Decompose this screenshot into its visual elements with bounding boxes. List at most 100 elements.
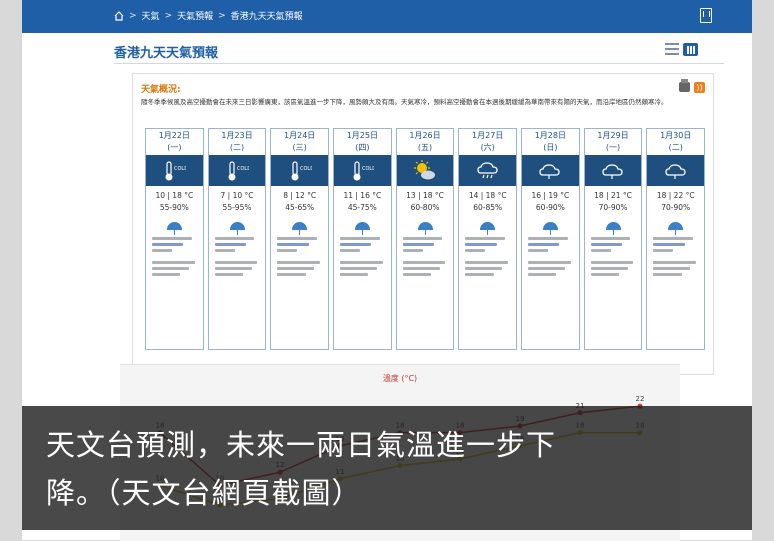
forecast-day: 1月30日 (二) 18 | 22 °C 70-90% bbox=[646, 128, 706, 350]
day-header: 1月24日 (三) bbox=[271, 129, 328, 155]
breadcrumb: > 天氣 > 天氣預報 > 香港九天天氣預報 bbox=[114, 9, 303, 22]
forecast-day: 1月28日 (日) 16 | 19 °C 60-90% bbox=[521, 128, 580, 350]
cloud-icon bbox=[665, 163, 686, 179]
chevron-right-icon: > bbox=[164, 10, 173, 21]
svg-text:COLD: COLD bbox=[174, 166, 186, 172]
day-humidity: 55-90% bbox=[159, 203, 189, 212]
psr-indicator bbox=[397, 218, 454, 235]
day-date: 1月25日 bbox=[346, 131, 378, 140]
psr-indicator bbox=[459, 218, 516, 235]
view-toggle bbox=[665, 43, 698, 56]
day-header: 1月26日 (五) bbox=[397, 129, 454, 155]
day-temperature: 18 | 21 °C bbox=[594, 191, 632, 200]
cold-thermometer-icon: COLD bbox=[353, 160, 374, 180]
day-header: 1月23日 (二) bbox=[209, 129, 266, 155]
cloud-icon bbox=[602, 163, 623, 179]
psr-indicator bbox=[209, 218, 266, 235]
svg-text:COLD: COLD bbox=[362, 166, 374, 172]
day-temperature: 11 | 16 °C bbox=[343, 191, 382, 200]
day-header: 1月27日 (六) bbox=[459, 129, 516, 155]
umbrella-icon bbox=[354, 222, 370, 235]
weather-icon-band: COLD bbox=[146, 155, 203, 186]
forecast-day: 1月23日 (二) COLD 7 | 10 °C 55-95% bbox=[207, 128, 267, 350]
weather-icon-band: COLD bbox=[334, 155, 391, 186]
general-situation-title: 天氣概況: bbox=[141, 85, 181, 95]
psr-indicator bbox=[271, 218, 328, 235]
day-humidity: 55-95% bbox=[222, 203, 252, 212]
breadcrumb-item[interactable]: 天氣預報 bbox=[177, 9, 213, 22]
forecast-day: 1月25日 (四) COLD 11 | 16 °C 45-75% bbox=[333, 128, 392, 350]
day-weekday: (五) bbox=[417, 143, 433, 152]
breadcrumb-item[interactable]: 天氣 bbox=[142, 9, 160, 22]
list-view-icon[interactable] bbox=[665, 43, 679, 55]
news-caption-overlay: 天文台預測，未來一兩日氣溫進一步下 降。（天文台網頁截圖） bbox=[22, 406, 752, 530]
bookmark-icon[interactable] bbox=[700, 8, 712, 23]
forecast-card: 天氣概況: )) 隨冬季季候風及高空擾動會在未來三日影響廣東，該區氣溫進一步下降… bbox=[132, 73, 714, 375]
svg-text:COLD: COLD bbox=[237, 166, 249, 172]
forecast-day: 1月22日 (一) COLD 10 | 18 °C 55-90% bbox=[145, 128, 204, 350]
day-humidity: 45-65% bbox=[285, 203, 315, 212]
day-date: 1月23日 bbox=[221, 131, 253, 140]
rss-icon[interactable]: )) bbox=[694, 82, 705, 93]
sun-cloud-icon bbox=[414, 159, 436, 179]
day-temperature: 18 | 22 °C bbox=[656, 191, 695, 200]
breadcrumb-item[interactable]: 香港九天天氣預報 bbox=[231, 9, 303, 22]
forecast-day: 1月24日 (三) COLD 8 | 12 °C 45-65% bbox=[270, 128, 330, 350]
rain-cloud-icon bbox=[477, 161, 498, 178]
day-date: 1月29日 bbox=[597, 131, 629, 140]
psr-indicator bbox=[334, 218, 391, 235]
day-date: 1月28日 bbox=[534, 131, 566, 140]
day-weekday: (一) bbox=[605, 143, 621, 152]
day-temperature: 13 | 18 °C bbox=[406, 191, 444, 200]
general-situation-text: 隨冬季季候風及高空擾動會在未來三日影響廣東，該區氣溫進一步下降，風勢頗大及有雨。… bbox=[141, 98, 668, 106]
umbrella-icon bbox=[480, 222, 496, 235]
card-tools: )) bbox=[679, 79, 705, 93]
caption-line-2: 降。（天文台網頁截圖） bbox=[46, 476, 362, 510]
day-weekday: (六) bbox=[480, 143, 495, 152]
day-temperature: 7 | 10 °C bbox=[220, 191, 254, 200]
day-weekday: (二) bbox=[229, 143, 245, 152]
weather-icon-band bbox=[522, 155, 579, 186]
day-date: 1月27日 bbox=[472, 131, 504, 140]
day-header: 1月29日 (一) bbox=[585, 129, 642, 155]
svg-text:COLD: COLD bbox=[300, 166, 312, 172]
cold-thermometer-icon: COLD bbox=[228, 160, 249, 180]
divider bbox=[114, 63, 724, 64]
home-icon[interactable] bbox=[114, 10, 124, 21]
umbrella-icon bbox=[166, 222, 182, 235]
day-humidity: 60-80% bbox=[410, 203, 440, 212]
day-weekday: (三) bbox=[292, 143, 307, 152]
day-header: 1月30日 (二) bbox=[647, 129, 704, 155]
umbrella-icon bbox=[668, 222, 684, 235]
print-icon[interactable] bbox=[679, 79, 690, 92]
day-humidity: 70-90% bbox=[661, 203, 691, 212]
umbrella-icon bbox=[292, 222, 308, 235]
day-weekday: (一) bbox=[167, 143, 182, 152]
forecast-day: 1月29日 (一) 18 | 21 °C 70-90% bbox=[583, 128, 643, 350]
weather-icon-band bbox=[584, 155, 642, 186]
umbrella-icon bbox=[542, 222, 558, 235]
day-header: 1月25日 (四) bbox=[334, 129, 391, 155]
day-header: 1月28日 (日) bbox=[522, 129, 579, 155]
day-header: 1月22日 (一) bbox=[146, 129, 203, 155]
grid-view-icon[interactable] bbox=[683, 43, 698, 56]
caption-line-1: 天文台預測，未來一兩日氣溫進一步下 bbox=[46, 428, 557, 462]
chevron-right-icon: > bbox=[218, 10, 226, 21]
psr-indicator bbox=[585, 218, 642, 235]
weather-icon-band: COLD bbox=[271, 155, 329, 186]
day-humidity: 45-75% bbox=[347, 203, 377, 212]
cloud-icon bbox=[539, 163, 561, 179]
day-weekday: (日) bbox=[543, 143, 558, 152]
day-temperature: 8 | 12 °C bbox=[283, 191, 317, 200]
day-weekday: (二) bbox=[668, 143, 683, 152]
day-date: 1月24日 bbox=[284, 131, 316, 140]
cold-thermometer-icon: COLD bbox=[291, 160, 312, 180]
cold-thermometer-icon: COLD bbox=[165, 160, 186, 180]
weather-icon-band bbox=[647, 155, 705, 186]
weather-icon-band bbox=[459, 155, 517, 186]
top-navigation-bar: > 天氣 > 天氣預報 > 香港九天天氣預報 bbox=[22, 0, 752, 33]
day-temperature: 16 | 19 °C bbox=[531, 191, 570, 200]
psr-indicator bbox=[647, 218, 704, 235]
day-temperature: 10 | 18 °C bbox=[155, 191, 194, 200]
psr-indicator bbox=[146, 218, 203, 235]
